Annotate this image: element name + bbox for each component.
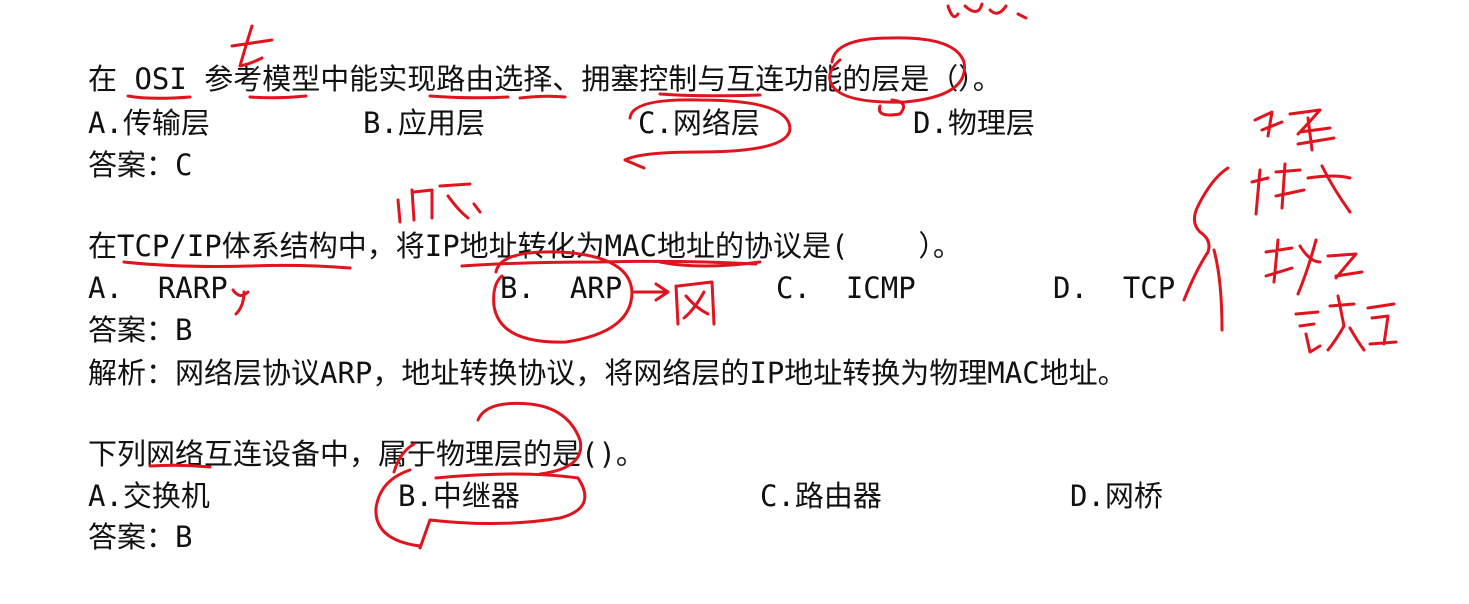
ink-note-wangceng bbox=[396, 182, 482, 224]
ink-underline-cankao bbox=[248, 94, 308, 100]
question-3-option-b: B.中继器 bbox=[398, 479, 520, 513]
question-3-option-d: D.网桥 bbox=[1070, 479, 1163, 513]
ink-note-gece bbox=[1253, 108, 1336, 152]
ink-note-chuanshu bbox=[1250, 162, 1352, 216]
question-1-answer: 答案：C bbox=[88, 148, 193, 182]
question-3-answer: 答案：B bbox=[88, 520, 193, 554]
ink-mark-rarp bbox=[231, 288, 250, 316]
question-2-option-c: C. ICMP bbox=[776, 271, 916, 305]
question-2-option-b: B. ARP bbox=[500, 271, 623, 305]
question-2-answer: 答案：B bbox=[88, 313, 193, 347]
question-2-stem: 在TCP/IP体系结构中，将IP地址转化为MAC地址的协议是( ）。 bbox=[88, 229, 962, 263]
question-1-option-b: B.应用层 bbox=[363, 106, 485, 140]
question-1-option-a: A.传输层 bbox=[88, 106, 210, 140]
question-1-stem: 在 OSI 参考模型中能实现路由选择、拥塞控制与互连功能的层是（）。 bbox=[88, 62, 1002, 96]
ink-mark-seven bbox=[230, 24, 274, 68]
ink-scribble-top bbox=[946, 2, 1028, 20]
ink-note-shebei bbox=[1294, 294, 1398, 354]
question-3-option-c: C.路由器 bbox=[760, 479, 882, 513]
ink-note-wang bbox=[674, 280, 716, 326]
question-2-analysis: 解析：网络层协议ARP，地址转换协议，将网络层的IP地址转换为物理MAC地址。 bbox=[88, 356, 1127, 390]
ink-underline-osi bbox=[126, 94, 192, 100]
ink-underline-yongse bbox=[518, 94, 567, 100]
ink-brace bbox=[1182, 166, 1230, 332]
question-1-option-c: C.网络层 bbox=[638, 106, 760, 140]
ink-note-gongneng bbox=[1264, 238, 1364, 296]
question-3-stem: 下列网络互连设备中，属于物理层的是()。 bbox=[88, 437, 645, 471]
ink-arrow-wang bbox=[632, 282, 670, 302]
document-page: 在 OSI 参考模型中能实现路由选择、拥塞控制与互连功能的层是（）。 A.传输层… bbox=[0, 0, 1469, 604]
question-2-option-a: A. RARP bbox=[88, 271, 228, 305]
question-2-option-d: D. TCP bbox=[1053, 271, 1176, 305]
ink-loop-gongneng bbox=[877, 98, 906, 117]
question-1-option-d: D.物理层 bbox=[913, 106, 1035, 140]
question-3-option-a: A.交换机 bbox=[88, 479, 210, 513]
ink-underline-luyou bbox=[428, 94, 510, 100]
